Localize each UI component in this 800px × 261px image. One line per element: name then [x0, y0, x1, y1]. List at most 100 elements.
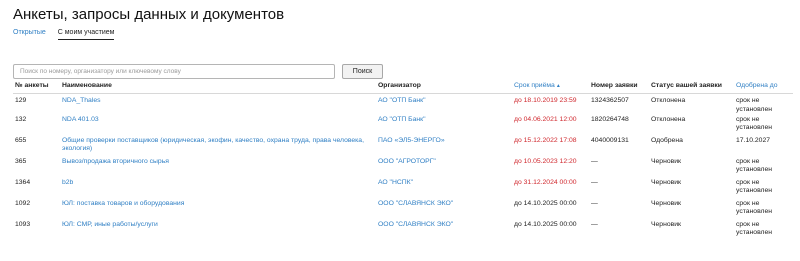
cell-status-container: Черновик	[649, 199, 734, 220]
cell-name[interactable]: NDA_Thales	[62, 97, 101, 104]
cell-name[interactable]: Вывоз/продажа вторичного сырья	[62, 158, 169, 165]
cell-organizer-container: АО "ОТП Банк"	[376, 115, 512, 136]
cell-status: Черновик	[651, 178, 682, 186]
cell-number-container: 365	[13, 157, 60, 178]
cell-deadline: до 04.06.2021 12:00	[514, 115, 577, 123]
cell-status: Черновик	[651, 199, 682, 207]
cell-number-container: 1092	[13, 199, 60, 220]
cell-number: 1092	[15, 199, 31, 207]
cell-approved-until: срок не установлен	[736, 97, 773, 113]
cell-organizer-container: ООО "СЛАВЯНСК ЭКО"	[376, 199, 512, 220]
cell-deadline: до 31.12.2024 00:00	[514, 178, 577, 186]
cell-deadline-container: до 04.06.2021 12:00	[512, 115, 589, 136]
tab-my-participation[interactable]: С моим участием	[57, 29, 115, 40]
column-header-number: № анкеты	[13, 81, 60, 95]
cell-approved-until-container: срок не установлен	[734, 115, 793, 136]
cell-name[interactable]: NDA 401.03	[62, 116, 99, 123]
cell-deadline: до 15.12.2022 17:08	[514, 136, 577, 144]
cell-number: 655	[15, 136, 27, 144]
tabs: Открытые С моим участием	[13, 29, 124, 40]
cell-organizer-container: ПАО «ЭЛ5-ЭНЕРГО»	[376, 136, 512, 157]
cell-number-container: 1093	[13, 220, 60, 241]
cell-request-number: 1324362507	[591, 97, 629, 105]
cell-status-container: Одобрена	[649, 136, 734, 157]
tab-open[interactable]: Открытые	[13, 29, 46, 39]
column-header-request-number: Номер заявки	[589, 81, 649, 95]
cell-name[interactable]: ЮЛ: поставка товаров и оборудования	[62, 200, 184, 207]
cell-name[interactable]: Общие проверки поставщиков (юридическая,…	[62, 137, 364, 152]
cell-status: Черновик	[651, 220, 682, 228]
table-row: 129 NDA_Thales АО "ОТП Банк" до 18.10.2019 …	[13, 94, 793, 115]
cell-request-number-container: —	[589, 220, 649, 241]
cell-organizer[interactable]: ООО "СЛАВЯНСК ЭКО"	[378, 200, 453, 207]
cell-status: Одобрена	[651, 136, 683, 144]
column-header-approved-until[interactable]: Одобрена до	[734, 81, 793, 95]
cell-number-container: 129	[13, 94, 60, 115]
table-row: 1364 b2b АО "НСПК" до 31.12.2024 00:00 — Черн…	[13, 178, 793, 199]
cell-deadline-container: до 10.05.2023 12:20	[512, 157, 589, 178]
cell-deadline-container: до 31.12.2024 00:00	[512, 178, 589, 199]
cell-request-number: 4040009131	[591, 136, 629, 144]
cell-request-number: —	[591, 157, 598, 165]
cell-approved-until-container: срок не установлен	[734, 157, 793, 178]
table-row: 1093 ЮЛ: СМР, иные работы/услуги ООО "СЛАВ…	[13, 220, 793, 241]
cell-status-container: Черновик	[649, 220, 734, 241]
table-header-row: № анкеты Наименование Организатор Срок п…	[13, 81, 793, 95]
cell-organizer-container: АО "НСПК"	[376, 178, 512, 199]
table-row: 1092 ЮЛ: поставка товаров и оборудования О…	[13, 199, 793, 220]
cell-request-number-container: —	[589, 157, 649, 178]
cell-organizer[interactable]: АО "ОТП Банк"	[378, 97, 426, 104]
cell-approved-until: срок не установлен	[736, 220, 773, 237]
cell-name[interactable]: ЮЛ: СМР, иные работы/услуги	[62, 221, 158, 228]
cell-deadline: до 18.10.2019 23:59	[514, 97, 577, 105]
cell-approved-until-container: срок не установлен	[734, 94, 793, 115]
cell-request-number-container: —	[589, 199, 649, 220]
cell-name-container: Общие проверки поставщиков (юридическая,…	[60, 136, 376, 157]
column-header-deadline[interactable]: Срок приёма▲	[512, 81, 589, 95]
cell-approved-until: 17.10.2027	[736, 136, 771, 144]
cell-number: 1364	[15, 178, 31, 186]
cell-status-container: Отклонена	[649, 94, 734, 115]
cell-organizer[interactable]: ООО "АГРОТОРГ"	[378, 158, 436, 165]
cell-request-number-container: 4040009131	[589, 136, 649, 157]
cell-organizer[interactable]: АО "ОТП Банк"	[378, 116, 426, 123]
search-input[interactable]	[13, 64, 335, 79]
cell-number: 365	[15, 157, 27, 165]
cell-name[interactable]: b2b	[62, 179, 73, 186]
cell-name-container: ЮЛ: поставка товаров и оборудования	[60, 199, 376, 220]
cell-organizer[interactable]: АО "НСПК"	[378, 179, 413, 186]
cell-organizer[interactable]: ООО "СЛАВЯНСК ЭКО"	[378, 221, 453, 228]
cell-approved-until-container: 17.10.2027	[734, 136, 793, 157]
cell-deadline-container: до 14.10.2025 00:00	[512, 220, 589, 241]
questionnaires-table: № анкеты Наименование Организатор Срок п…	[13, 81, 793, 241]
cell-name-container: NDA_Thales	[60, 94, 376, 115]
cell-number: 1093	[15, 220, 31, 228]
column-header-deadline-label: Срок приёма	[514, 82, 555, 89]
page-title: Анкеты, запросы данных и документов	[13, 6, 285, 23]
cell-organizer-container: ООО "АГРОТОРГ"	[376, 157, 512, 178]
cell-name-container: b2b	[60, 178, 376, 199]
cell-deadline-container: до 18.10.2019 23:59	[512, 94, 589, 115]
cell-number-container: 132	[13, 115, 60, 136]
cell-organizer-container: АО "ОТП Банк"	[376, 94, 512, 115]
cell-number: 129	[15, 97, 27, 105]
cell-deadline-container: до 15.12.2022 17:08	[512, 136, 589, 157]
table-row: 655 Общие проверки поставщиков (юридическ…	[13, 136, 793, 157]
cell-name-container: Вывоз/продажа вторичного сырья	[60, 157, 376, 178]
cell-organizer[interactable]: ПАО «ЭЛ5-ЭНЕРГО»	[378, 137, 445, 144]
cell-deadline: до 14.10.2025 00:00	[514, 220, 577, 228]
cell-number-container: 1364	[13, 178, 60, 199]
cell-request-number: 1820264748	[591, 115, 629, 123]
cell-approved-until: срок не установлен	[736, 178, 773, 195]
cell-deadline: до 14.10.2025 00:00	[514, 199, 577, 207]
cell-number-container: 655	[13, 136, 60, 157]
cell-deadline-container: до 14.10.2025 00:00	[512, 199, 589, 220]
search-button[interactable]: Поиск	[342, 64, 383, 79]
cell-organizer-container: ООО "СЛАВЯНСК ЭКО"	[376, 220, 512, 241]
cell-number: 132	[15, 115, 27, 123]
cell-status: Черновик	[651, 157, 682, 165]
column-header-status: Статус вашей заявки	[649, 81, 734, 95]
cell-request-number: —	[591, 178, 598, 186]
column-header-name: Наименование	[60, 81, 376, 95]
cell-request-number: —	[591, 220, 598, 228]
